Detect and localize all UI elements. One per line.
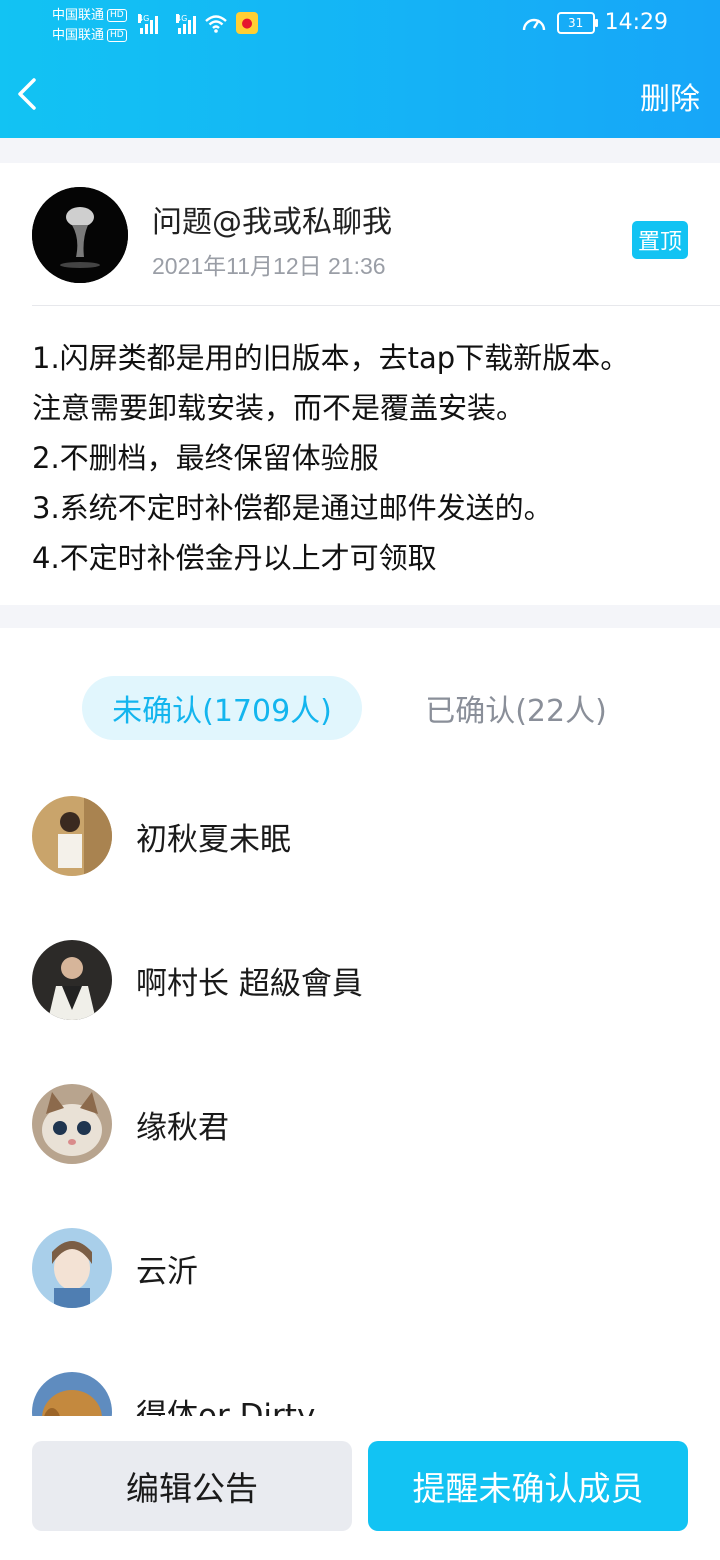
post-date: 2021年11月12日 21:36 — [152, 253, 386, 279]
status-right: 31 14:29 — [521, 10, 668, 35]
status-bar: 中国联通 HD 中国联通 HD 4G 4G ● 31 14:29 — [0, 0, 720, 52]
member-name: 初秋夏未眠 — [136, 822, 291, 858]
author-avatar[interactable] — [32, 187, 128, 283]
tab-unconfirmed[interactable]: 未确认(1709人) — [82, 676, 362, 740]
speed-meter-icon — [522, 18, 545, 30]
carrier-info: 中国联通 HD 中国联通 HD — [52, 6, 127, 46]
member-avatar — [32, 940, 112, 1020]
announcement-card: 问题@我或私聊我 2021年11月12日 21:36 置顶 1.闪屏类都是用的旧… — [0, 163, 720, 605]
edit-announcement-button[interactable]: 编辑公告 — [32, 1441, 352, 1531]
delete-button[interactable]: 删除 — [640, 74, 700, 118]
remind-unconfirmed-button[interactable]: 提醒未确认成员 — [368, 1441, 688, 1531]
member-list-section: 未确认(1709人) 已确认(22人) 初秋夏未眠 啊村长 超級會員 缘秋君 云… — [0, 628, 720, 1416]
weibo-icon: ● — [236, 12, 258, 34]
carrier-name-1: 中国联通 — [52, 8, 105, 23]
announcement-line: 4.不定时补偿金丹以上才可领取 — [32, 541, 437, 575]
chevron-left-icon[interactable] — [14, 74, 42, 114]
member-row[interactable]: 啊村长 超級會員 — [0, 940, 720, 1030]
member-avatar — [32, 796, 112, 876]
member-avatar — [32, 1228, 112, 1308]
member-avatar — [32, 1084, 112, 1164]
battery-icon: 31 — [556, 11, 598, 34]
battery-level: 31 — [567, 15, 584, 30]
hd-badge-2: HD — [107, 29, 127, 42]
clock: 14:29 — [604, 10, 668, 35]
member-avatar — [32, 1372, 112, 1416]
announcement-line: 1.闪屏类都是用的旧版本，去tap下载新版本。 — [32, 341, 630, 375]
member-name: 云沂 — [136, 1254, 198, 1290]
hd-badge-1: HD — [107, 9, 127, 22]
carrier-name-2: 中国联通 — [52, 28, 105, 43]
avatar-image — [32, 187, 128, 283]
divider — [32, 305, 720, 306]
member-name: 啊村长 超級會員 — [136, 966, 363, 1002]
announcement-line: 3.系统不定时补偿都是通过邮件发送的。 — [32, 491, 553, 525]
member-row[interactable]: 缘秋君 — [0, 1084, 720, 1174]
author-name: 问题@我或私聊我 — [152, 205, 392, 240]
bottom-action-bar: 编辑公告 提醒未确认成员 — [0, 1416, 720, 1560]
announcement-line: 注意需要卸载安装，而不是覆盖安装。 — [32, 391, 526, 425]
member-name: 缘秋君 — [136, 1110, 229, 1146]
status-icons: 4G 4G ● — [138, 12, 258, 34]
signal-icon: 4G — [138, 14, 158, 34]
announcement-line: 2.不删档，最终保留体验服 — [32, 441, 379, 475]
tab-confirmed[interactable]: 已确认(22人) — [396, 676, 636, 740]
wifi-icon — [205, 15, 227, 33]
pinned-badge: 置顶 — [631, 221, 688, 259]
app-header: 中国联通 HD 中国联通 HD 4G 4G ● 31 14:29 删除 — [0, 0, 720, 138]
announcement-text: 1.闪屏类都是用的旧版本，去tap下载新版本。 注意需要卸载安装，而不是覆盖安装… — [32, 333, 702, 583]
member-row[interactable]: 云沂 — [0, 1228, 720, 1318]
member-row[interactable]: 初秋夏未眠 — [0, 796, 720, 886]
member-name: 得体or Dirty — [136, 1398, 316, 1416]
confirm-tabs: 未确认(1709人) 已确认(22人) — [0, 676, 720, 740]
signal-icon: 4G — [176, 14, 196, 34]
member-row[interactable]: 得体or Dirty — [0, 1372, 720, 1416]
